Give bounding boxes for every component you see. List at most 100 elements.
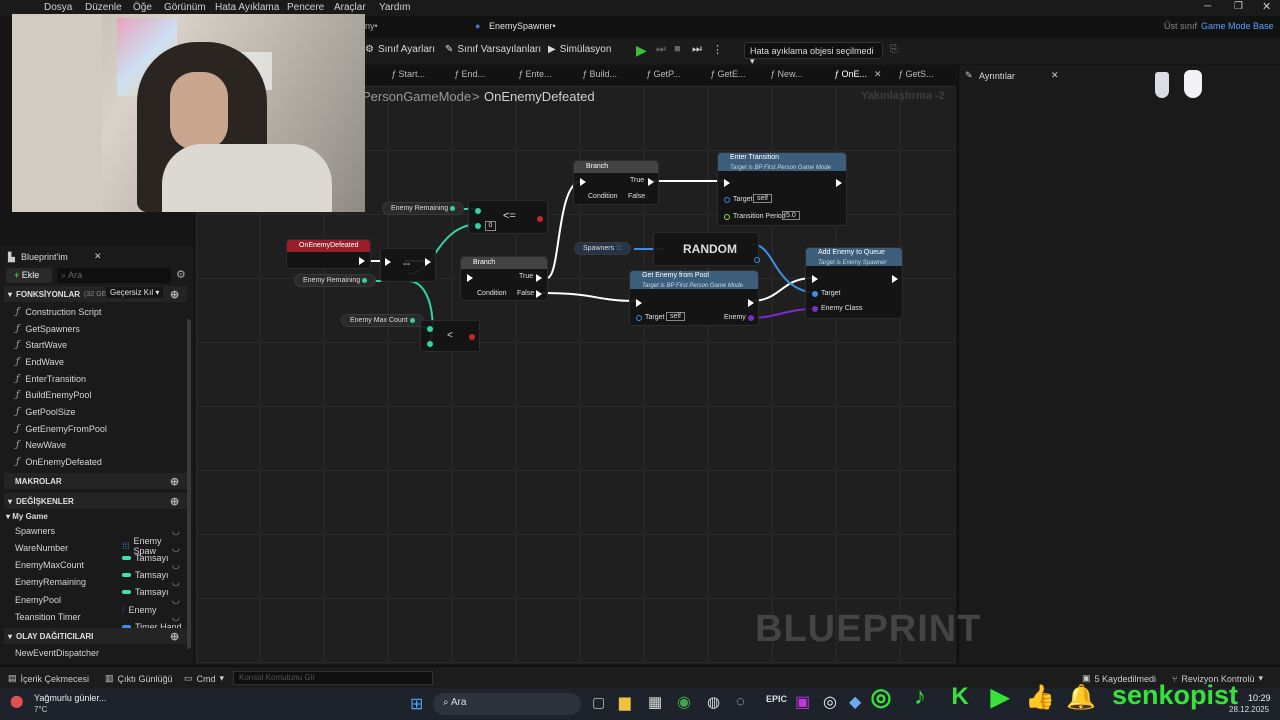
dispatcher-item[interactable]: NewEventDispatcher (15, 648, 185, 658)
store-icon[interactable]: ▦ (648, 693, 662, 711)
explorer-icon[interactable]: ▆ (619, 693, 631, 711)
branch1-exec-in[interactable] (580, 178, 586, 186)
function-item[interactable]: ƒ EndWave (16, 357, 64, 367)
enter-period-pin[interactable] (724, 214, 730, 220)
variables-header[interactable]: ▾ DEĞİŞKENLER ⊕ (4, 493, 187, 509)
menu-asset[interactable]: Öğe (133, 2, 152, 13)
decrement-exec-out[interactable] (425, 258, 431, 266)
pool-enemy-pin[interactable] (748, 315, 754, 321)
menu-help[interactable]: Yardım (379, 2, 411, 13)
previous-tab-fragment[interactable]: ny• (365, 21, 378, 31)
pool-target-pin[interactable] (636, 315, 642, 321)
app-purple-icon[interactable]: ▣ (795, 692, 810, 712)
maximize-icon[interactable]: ❐ (1234, 1, 1243, 12)
decrement-node[interactable]: -- (380, 248, 436, 282)
clock-time[interactable]: 10:29 (1248, 693, 1271, 703)
le-out-pin[interactable] (537, 216, 543, 222)
content-drawer-button[interactable]: ▤ İçerik Çekmecesi (8, 673, 89, 684)
task-view-icon[interactable]: ▢ (592, 694, 605, 711)
variable-row[interactable]: EnemyRemaining Tamsayı ◡ (15, 577, 185, 597)
menu-window[interactable]: Pencere (287, 2, 324, 13)
branch2-true-pin[interactable] (536, 274, 542, 282)
add-button[interactable]: + Ekle (6, 268, 52, 283)
int-pin[interactable] (450, 206, 456, 211)
asset-tab[interactable]: EnemySpawner• (489, 21, 556, 31)
tab-build[interactable]: ƒ Build... (582, 69, 617, 79)
lt-b-pin[interactable] (427, 341, 433, 347)
enemy-remaining-getter[interactable]: Enemy Remaining (382, 202, 465, 215)
pool-target-value[interactable]: self (666, 312, 685, 321)
simulation-button[interactable]: ▶ Simülasyon (548, 44, 611, 55)
details-tab[interactable]: Ayrıntılar (979, 71, 1015, 81)
tab-getp[interactable]: ƒ GetP... (646, 69, 680, 79)
parent-class-link[interactable]: Game Mode Base (1201, 21, 1274, 31)
app-blue-icon[interactable]: ◆ (849, 692, 861, 712)
branch-node-1[interactable]: Branch True Condition False (573, 160, 659, 205)
taskbar-search[interactable]: ⌕ Ara (433, 693, 581, 715)
tab-start[interactable]: ƒ Start... (391, 69, 425, 79)
function-item[interactable]: ƒ EnterTransition (16, 374, 86, 384)
function-item[interactable]: ƒ NewWave (16, 440, 66, 450)
unreal-icon[interactable]: ◎ (823, 692, 837, 712)
function-item[interactable]: ƒ StartWave (16, 340, 67, 350)
override-dropdown[interactable]: Geçersiz Kıl ▾ (106, 287, 164, 298)
class-settings-button[interactable]: ⚙ Sınıf Ayarları (365, 44, 435, 55)
menu-tools[interactable]: Araçlar (334, 2, 366, 13)
function-item[interactable]: ƒ GetEnemyFromPool (16, 424, 107, 434)
chrome-icon[interactable]: ◉ (677, 692, 691, 712)
menu-view[interactable]: Görünüm (164, 2, 206, 13)
enter-target-pin[interactable] (724, 197, 730, 203)
variable-row[interactable]: EnemyMaxCount Tamsayı ◡ (15, 560, 185, 580)
panel-close-icon[interactable]: ✕ (94, 251, 102, 262)
int-pin-3[interactable] (409, 318, 415, 323)
app-icon[interactable]: ◍ (707, 693, 720, 711)
le-b-pin[interactable] (475, 223, 481, 229)
variable-row[interactable]: WareNumber Tamsayı ◡ (15, 543, 185, 563)
queue-exec-out[interactable] (892, 275, 898, 283)
decrement-exec-in[interactable] (385, 258, 391, 266)
add-macro-icon[interactable]: ⊕ (170, 475, 179, 488)
function-item[interactable]: ƒ GetPoolSize (16, 407, 75, 417)
macros-header[interactable]: MAKROLAR ⊕ (4, 473, 187, 489)
tab-close-icon[interactable]: ✕ (874, 69, 882, 80)
function-item[interactable]: ƒ Construction Script (16, 307, 101, 317)
debug-find-icon[interactable]: ⎘ (890, 44, 898, 55)
tab-new[interactable]: ƒ New... (770, 69, 803, 79)
function-item[interactable]: ƒ BuildEnemyPool (16, 390, 91, 400)
enter-target-value[interactable]: self (753, 194, 772, 203)
eject-icon[interactable]: ⏭ (692, 43, 702, 56)
menu-edit[interactable]: Düzenle (85, 2, 122, 13)
play-icon[interactable]: ▶ (636, 42, 647, 59)
debug-object-select[interactable]: Hata ayıklama objesi seçilmedi ▾ (744, 42, 883, 66)
branch-node-2[interactable]: Branch True Condition False (460, 256, 548, 301)
queue-exec-in[interactable] (812, 275, 818, 283)
windows-start-icon[interactable]: ⊞ (410, 694, 423, 714)
queue-target-pin[interactable] (812, 291, 818, 297)
lt-out-pin[interactable] (469, 334, 475, 340)
cmd-select[interactable]: ▭ Cmd ▾ (184, 673, 224, 684)
scrollbar[interactable] (187, 319, 191, 649)
enter-period-value[interactable]: 5.0 (782, 211, 800, 220)
add-enemy-to-queue-node[interactable]: Add Enemy to Queue Target is Enemy Spawne… (805, 247, 903, 319)
variable-row[interactable]: Teansition Timer Timer Hand ◡ (15, 612, 185, 632)
lt-a-pin[interactable] (427, 326, 433, 332)
random-node[interactable]: RANDOM (653, 232, 760, 266)
blueprint-panel-tab[interactable]: Blueprint'im (21, 252, 68, 262)
menu-debug[interactable]: Hata Ayıklama (215, 2, 279, 13)
random-out-pin[interactable] (754, 257, 760, 263)
tab-gete[interactable]: ƒ GetE... (710, 69, 746, 79)
add-variable-icon[interactable]: ⊕ (170, 495, 179, 508)
epic-icon[interactable]: EPIC (766, 694, 787, 704)
console-input[interactable]: Konsol Komutunu Gir (233, 671, 433, 685)
class-defaults-button[interactable]: ✎ Sınıf Varsayılanları (445, 44, 541, 55)
get-enemy-from-pool-node[interactable]: Get Enemy from Pool Target is BP First Pe… (629, 270, 759, 326)
close-icon[interactable]: ✕ (1262, 0, 1271, 13)
search-input[interactable]: ⌕ Ara (57, 268, 171, 283)
step-icon[interactable]: ⏭ (656, 43, 666, 56)
minimize-icon[interactable]: ─ (1204, 1, 1211, 12)
enter-exec-out[interactable] (836, 179, 842, 187)
weather-text[interactable]: Yağmurlu günler... (34, 693, 106, 703)
less-than-node[interactable]: < (420, 320, 480, 352)
le-b-value[interactable]: 0 (485, 221, 496, 231)
branch1-true-pin[interactable] (648, 178, 654, 186)
